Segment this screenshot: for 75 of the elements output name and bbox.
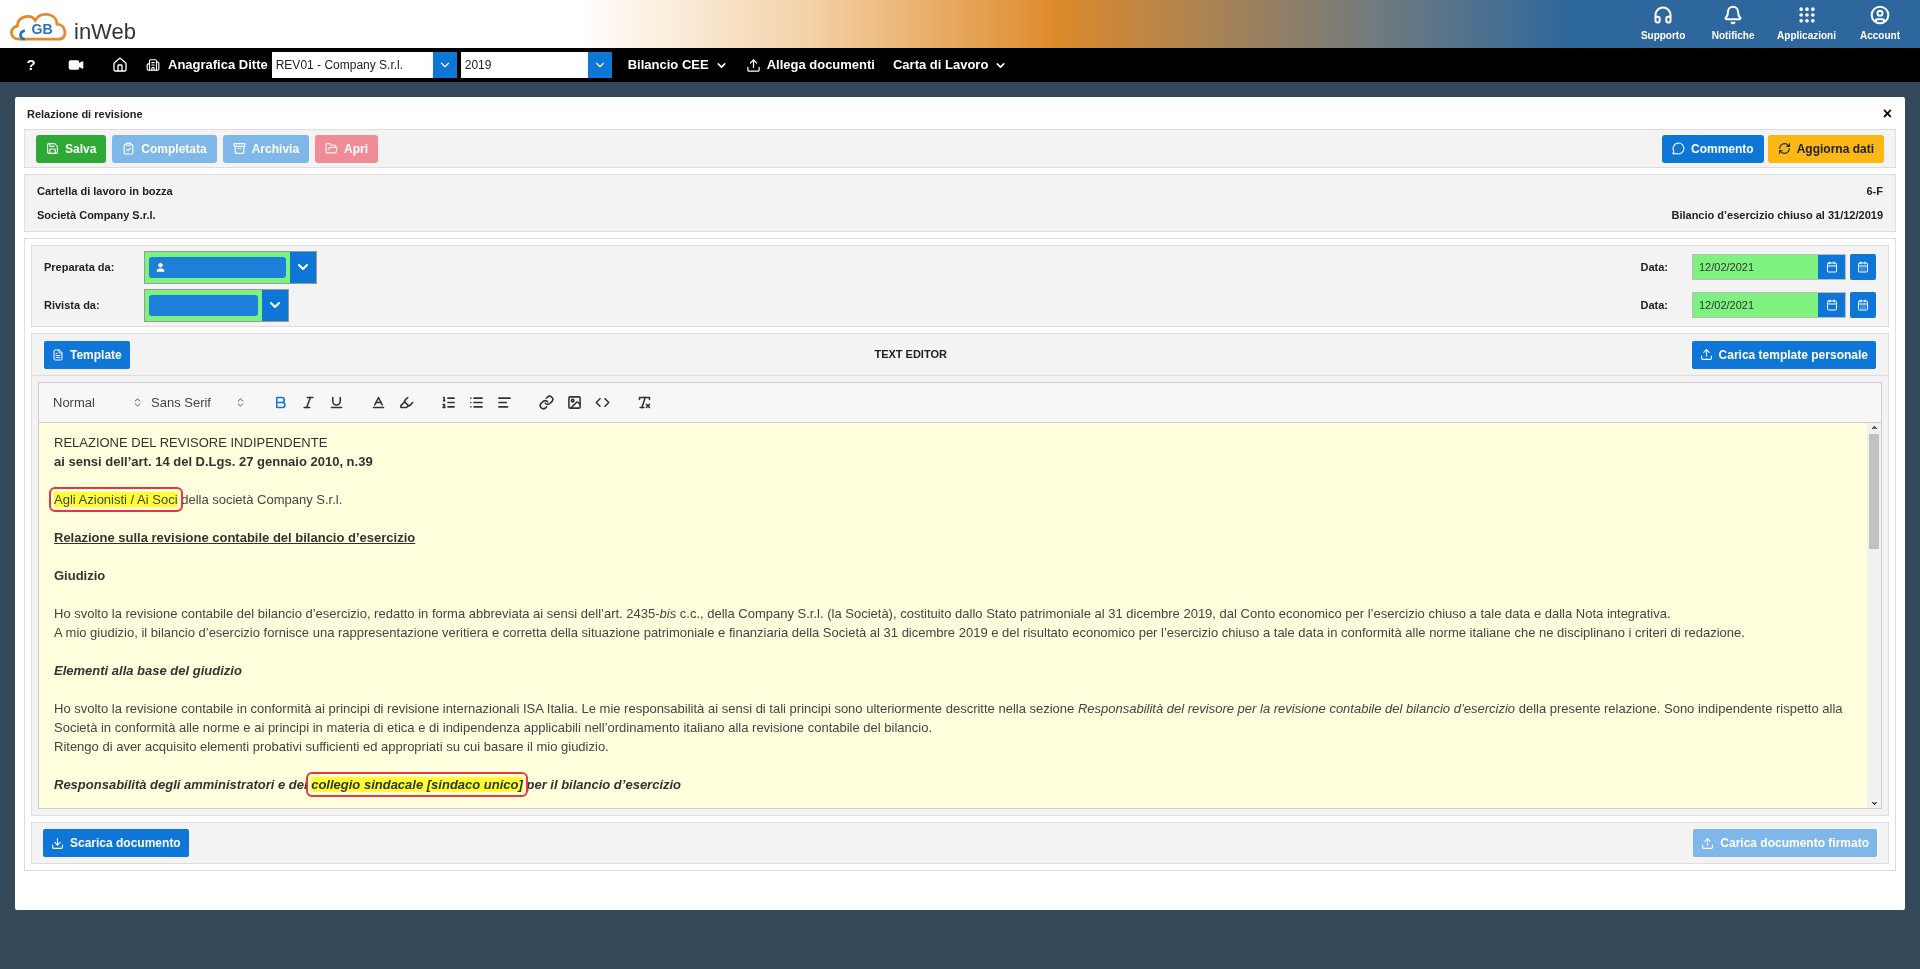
support-icon	[1653, 5, 1674, 25]
document-paragraph: Giudizio	[54, 567, 107, 585]
user-select[interactable]	[144, 288, 289, 322]
nav-menu[interactable]: Bilancio CEE	[627, 55, 728, 75]
calendar-icon	[1857, 299, 1869, 311]
year-select[interactable]: 2019	[460, 52, 612, 78]
calendar-button[interactable]	[1850, 292, 1876, 318]
home-icon[interactable]	[112, 57, 128, 73]
video-icon[interactable]	[68, 57, 84, 73]
period-text: Bilancio d’esercizio chiuso al 31/12/2019	[1671, 207, 1883, 223]
upload-template-button[interactable]: Carica template personale	[1691, 340, 1876, 369]
document-paragraph: Relazione sulla revisione contabile del bilancio d’esercizio	[54, 529, 417, 547]
scroll-up-icon[interactable]	[1869, 423, 1879, 432]
nav-menu[interactable]: Carta di Lavoro	[893, 55, 1008, 75]
link-icon[interactable]	[536, 392, 556, 413]
user-icon	[155, 261, 166, 273]
building-icon	[146, 58, 160, 72]
comment-button[interactable]: Commento	[1662, 134, 1764, 163]
upload-icon	[1701, 836, 1715, 850]
document-paragraph: A mio giudizio, il bilancio d’esercizio fornisce una rappresentazione veritiera e corretta della situazione patrimoniale e finanziaria della Società al 31 dicembre 2019 e del risultato economico per l’esercizio chiuso a tale data in conformità alle norme italiane che ne disciplinano i criteri di redazione.	[54, 624, 1746, 642]
section-code: 6-F	[1866, 184, 1883, 199]
font-select[interactable]: Sans Serif	[151, 392, 246, 413]
date-field[interactable]: 12/02/2021	[1692, 292, 1846, 318]
refresh-button[interactable]: Aggiorna dati	[1767, 134, 1884, 163]
close-button[interactable]: ×	[1882, 106, 1896, 122]
dialog-title: Relazione di revisione	[26, 106, 143, 122]
complete-icon	[122, 142, 136, 155]
calendar-icon	[1825, 299, 1838, 311]
scrollbar[interactable]	[1867, 423, 1881, 808]
document-paragraph: RELAZIONE DEL REVISORE INDIPENDENTE	[54, 434, 329, 452]
calendar-icon	[1857, 261, 1869, 273]
date-label: Data:	[1640, 259, 1668, 275]
sort-icon	[235, 397, 246, 408]
document-icon	[52, 348, 64, 361]
download-document-button[interactable]: Scarica documento	[43, 829, 189, 857]
document-paragraph: Ritengo di aver acquisito elementi probativi sufficienti ed appropriati su cui basare il mio giudizio.	[54, 738, 610, 756]
document-paragraph: Ho svolto la revisione contabile del bilancio d’esercizio, redatto in forma abbreviata ai sensi dell’art. 2435-bis c.c., della Company S.r.l. (la Società), costituito dallo Stato patrimoniale al 31 dicembre 2019, dal Conto economico per l’esercizio chiuso a tale data e dalla Nota integrativa.	[54, 605, 1672, 623]
company-name: Società Company S.r.l.	[37, 207, 156, 223]
company-select[interactable]: REV01 - Company S.r.l.	[271, 52, 457, 78]
app-logo[interactable]: GB inWeb	[0, 2, 136, 46]
editor-title: TEXT EDITOR	[874, 347, 947, 363]
refresh-icon	[1777, 142, 1791, 155]
document-paragraph: Elementi alla base del giudizio	[54, 662, 243, 680]
save-icon	[46, 142, 59, 155]
attach-documents-button[interactable]: Allega documenti	[745, 55, 875, 75]
account-button[interactable]: Account	[1854, 5, 1906, 43]
notifications-icon	[1723, 5, 1744, 25]
comment-icon	[1672, 142, 1685, 155]
date-field[interactable]: 12/02/2021	[1692, 254, 1846, 280]
account-icon	[1870, 5, 1890, 25]
format-select[interactable]: Normal	[53, 392, 143, 413]
scrollbar-thumb[interactable]	[1869, 434, 1879, 549]
support-button[interactable]: Supporto	[1637, 5, 1690, 43]
archive-icon	[232, 142, 246, 155]
document-paragraph: Ho svolto la revisione contabile in conformità ai principi di revisione internazionali ISA Italia. Le mie responsabilità ai sensi di tali principi sono ulteriormente descritte nella sezione Responsabilità del revisore per la revisione contabile del bilancio d’esercizio della presente relazione. Sono indipendente rispetto alla Società in conformità alle norme e ai principi in materia di etica e di indipendenza applicabili nell’ordinamento italiano alla revisione contabile del bilancio.	[54, 700, 1844, 737]
reviewer-label: Preparata da:	[44, 259, 116, 275]
company-registry-label: Anagrafica Ditte	[168, 56, 268, 75]
calendar-icon	[1825, 261, 1838, 273]
reviewer-label: Rivista da:	[44, 297, 101, 313]
apps-icon	[1796, 5, 1817, 25]
user-select[interactable]	[144, 250, 317, 284]
apps-button[interactable]: Applicazioni	[1777, 5, 1836, 43]
sort-icon	[132, 397, 143, 408]
notifications-button[interactable]: Notifiche	[1707, 5, 1760, 43]
download-icon	[51, 836, 64, 850]
open-icon	[325, 142, 339, 155]
upload-icon	[745, 57, 761, 73]
help-button[interactable]: ?	[24, 53, 38, 77]
status-text: Cartella di lavoro in bozza	[37, 184, 173, 199]
calendar-button[interactable]	[1850, 254, 1876, 280]
document-paragraph: ai sensi dell’art. 14 del D.Lgs. 27 gennaio 2010, n.39	[54, 453, 374, 471]
date-label: Data:	[1640, 297, 1668, 313]
scroll-down-icon[interactable]	[1869, 799, 1879, 808]
upload-icon	[1699, 348, 1713, 361]
template-button[interactable]: Template	[44, 340, 130, 369]
